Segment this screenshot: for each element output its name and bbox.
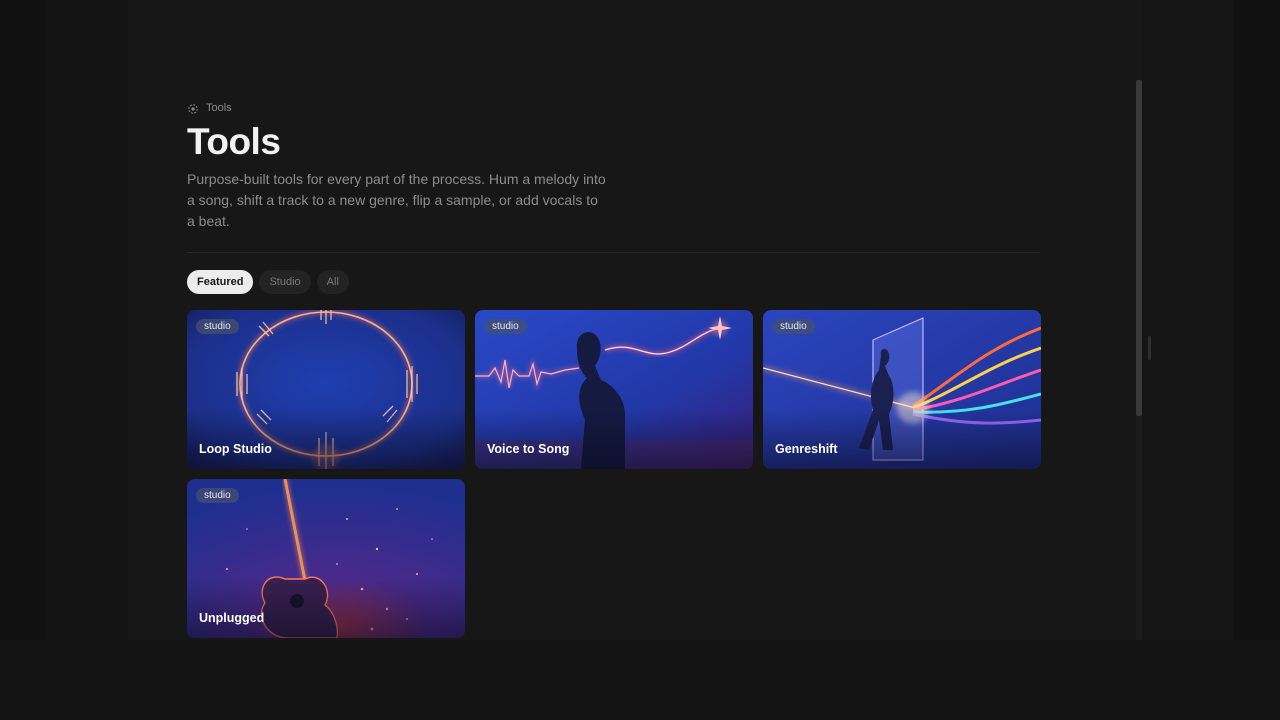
scrollbar[interactable] [1136, 80, 1142, 640]
card-title: Unplugged [199, 611, 265, 625]
tool-card-genreshift[interactable]: studio Genreshift [763, 310, 1041, 469]
card-title: Voice to Song [487, 442, 570, 456]
category-badge: studio [196, 319, 239, 334]
scrollbar-thumb[interactable] [1136, 80, 1142, 416]
card-shade [475, 409, 753, 469]
card-title: Loop Studio [199, 442, 272, 456]
backdrop-right [1234, 0, 1280, 720]
card-shade [763, 409, 1041, 469]
backdrop-left-inner [46, 0, 128, 720]
category-badge: studio [484, 319, 527, 334]
breadcrumb-label: Tools [206, 102, 232, 114]
category-badge: studio [196, 488, 239, 503]
page-title: Tools [187, 121, 281, 162]
backdrop-left [0, 0, 46, 720]
tool-card-loop-studio[interactable]: studio Loop Studio [187, 310, 465, 469]
tools-icon [187, 102, 199, 114]
card-title: Genreshift [775, 442, 838, 456]
filter-all[interactable]: All [316, 270, 349, 294]
filter-studio[interactable]: Studio [259, 270, 311, 294]
tool-card-voice-to-song[interactable]: studio Voice to Song [475, 310, 753, 469]
backdrop-bottom [0, 640, 1280, 720]
card-shade [187, 409, 465, 469]
divider [187, 252, 1040, 253]
category-badge: studio [772, 319, 815, 334]
breadcrumb[interactable]: Tools [187, 100, 1040, 116]
resize-handle[interactable] [1148, 336, 1151, 360]
filter-featured[interactable]: Featured [187, 270, 254, 294]
card-shade [187, 578, 465, 638]
backdrop-right-inner [1142, 0, 1234, 720]
page-description: Purpose-built tools for every part of th… [187, 171, 606, 229]
page-header: Tools Tools Purpose-built tools for ever… [187, 100, 1040, 294]
tool-card-unplugged[interactable]: studio Unplugged [187, 479, 465, 638]
filter-tabs: Featured Studio All [187, 270, 1040, 294]
